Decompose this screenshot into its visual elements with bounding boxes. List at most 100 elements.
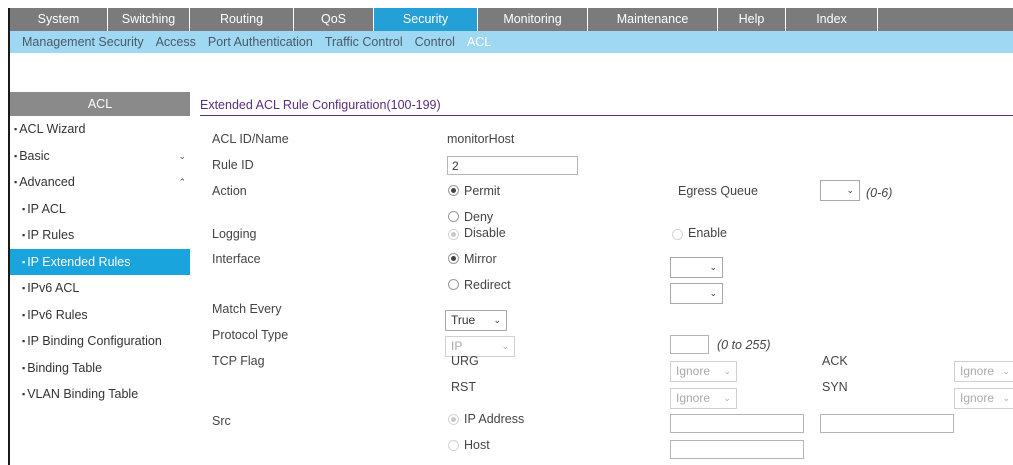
chevron-down-icon[interactable]: ⌄ (178, 143, 186, 169)
src-label: Src (212, 414, 231, 428)
app-frame: System Switching Routing QoS Security Mo… (8, 8, 1013, 465)
sidebar-item-label: IP ACL (27, 201, 66, 216)
chevron-down-icon: ⌄ (709, 288, 717, 298)
match-every-label: Match Every (212, 302, 282, 316)
protocol-type-value: IP (451, 339, 463, 353)
tab-system[interactable]: System (10, 8, 108, 31)
bullet-icon: ▪ (22, 336, 26, 346)
logging-disable-radio[interactable] (448, 229, 459, 240)
logging-enable-radio[interactable] (672, 229, 683, 240)
sidebar: ACL ▪ ACL Wizard ▪ Basic ⌄ ▪ Advanced ⌃ ▪ IP A… (10, 92, 190, 408)
mirror-interface-select[interactable]: ⌄ (670, 257, 723, 278)
src-ip-address-radio[interactable] (448, 414, 459, 425)
sidebar-item-label: IPv6 Rules (27, 307, 88, 322)
urg-flag-value: Ignore (676, 364, 711, 378)
protocol-number-field[interactable] (670, 335, 709, 354)
sidebar-item-vlan-binding-table[interactable]: ▪ VLAN Binding Table (10, 381, 190, 408)
sidebar-title: ACL (10, 92, 190, 116)
sidebar-item-ipv6-acl[interactable]: ▪ IPv6 ACL (10, 275, 190, 302)
sidebar-item-label: IP Binding Configuration (27, 334, 162, 348)
sidebar-item-ip-binding-configuration[interactable]: ▪ IP Binding Configuration (10, 328, 190, 355)
permit-radio[interactable] (448, 185, 459, 196)
protocol-range: (0 to 255) (717, 338, 771, 352)
sidebar-item-label: IPv6 ACL (27, 281, 80, 295)
tab-monitoring[interactable]: Monitoring (478, 8, 588, 31)
sidebar-item-acl-wizard[interactable]: ▪ ACL Wizard (10, 116, 190, 143)
bullet-icon: ▪ (22, 362, 26, 373)
logging-disable-label: Disable (464, 226, 506, 240)
mirror-label: Mirror (464, 252, 497, 266)
src-ip-mask-field[interactable] (820, 414, 954, 433)
urg-flag-select[interactable]: Ignore ⌄ (670, 361, 737, 382)
tab-maintenance[interactable]: Maintenance (588, 8, 718, 31)
sidebar-item-label: Binding Table (27, 360, 103, 375)
page-title: Extended ACL Rule Configuration(100-199) (200, 92, 1013, 116)
redirect-radio[interactable] (448, 279, 459, 290)
chevron-up-icon[interactable]: ⌃ (178, 169, 186, 195)
rule-id-field[interactable]: 2 (447, 156, 578, 175)
urg-label: URG (451, 354, 479, 368)
bullet-icon: ▪ (22, 309, 26, 320)
syn-flag-select[interactable]: Ignore ⌄ (954, 388, 1013, 409)
chevron-down-icon: ⌄ (723, 366, 731, 376)
sidebar-item-ipv6-rules[interactable]: ▪ IPv6 Rules (10, 302, 190, 329)
logging-enable-label: Enable (688, 226, 727, 240)
sidebar-item-label: IP Rules (27, 228, 75, 242)
sidebar-item-ip-extended-rules[interactable]: ▪ IP Extended Rules (10, 248, 190, 275)
egress-queue-range: (0-6) (866, 186, 893, 200)
src-host-field[interactable] (670, 440, 804, 459)
subnav-management-security[interactable]: Management Security (10, 31, 150, 53)
tab-index[interactable]: Index (786, 8, 878, 31)
protocol-type-label: Protocol Type (212, 328, 289, 342)
egress-queue-select[interactable]: ⌄ (820, 180, 860, 201)
ack-flag-select[interactable]: Ignore ⌄ (954, 361, 1013, 382)
ack-flag-value: Ignore (960, 364, 995, 378)
rst-flag-value: Ignore (676, 391, 711, 405)
bullet-icon: ▪ (14, 177, 18, 187)
chevron-down-icon: ⌄ (709, 262, 717, 272)
subnav-acl[interactable]: ACL (461, 31, 497, 53)
sidebar-item-ip-rules[interactable]: ▪ IP Rules (10, 222, 190, 249)
deny-label: Deny (464, 210, 494, 224)
mirror-radio[interactable] (448, 253, 459, 264)
deny-radio[interactable] (448, 211, 459, 222)
bullet-icon: ▪ (14, 124, 18, 134)
chevron-down-icon: ⌄ (1002, 366, 1010, 376)
acl-id-label: ACL ID/Name (212, 132, 289, 146)
chevron-down-icon: ⌄ (723, 393, 731, 403)
redirect-interface-select[interactable]: ⌄ (670, 283, 723, 304)
sidebar-item-binding-table[interactable]: ▪ Binding Table (10, 355, 190, 382)
syn-label: SYN (822, 380, 848, 394)
subnav-traffic-control[interactable]: Traffic Control (319, 31, 409, 53)
sidebar-item-advanced[interactable]: ▪ Advanced ⌃ (10, 169, 190, 196)
tab-security[interactable]: Security (374, 8, 478, 31)
src-host-label: Host (464, 438, 490, 452)
bullet-icon: ▪ (22, 389, 26, 399)
chevron-down-icon: ⌄ (846, 185, 854, 195)
ack-label: ACK (822, 354, 848, 368)
chevron-down-icon: ⌄ (493, 315, 501, 325)
subnav-port-authentication[interactable]: Port Authentication (202, 31, 319, 53)
sidebar-item-ip-acl[interactable]: ▪ IP ACL (10, 196, 190, 223)
match-every-select[interactable]: True ⌄ (445, 310, 507, 331)
src-ip-address-field[interactable] (670, 414, 804, 433)
sidebar-item-label: IP Extended Rules (27, 254, 131, 269)
redirect-label: Redirect (464, 278, 511, 292)
tab-qos[interactable]: QoS (294, 8, 374, 31)
acl-id-value: monitorHost (447, 132, 515, 146)
egress-queue-label: Egress Queue (678, 184, 758, 198)
sidebar-item-label: ACL Wizard (19, 122, 86, 136)
interface-label: Interface (212, 252, 261, 266)
main-content: Extended ACL Rule Configuration(100-199)… (200, 92, 1013, 459)
match-every-value: True (451, 313, 476, 327)
tab-help[interactable]: Help (718, 8, 786, 31)
tab-routing[interactable]: Routing (190, 8, 294, 31)
tab-switching[interactable]: Switching (108, 8, 190, 31)
src-host-radio[interactable] (448, 440, 459, 451)
rst-flag-select[interactable]: Ignore ⌄ (670, 388, 737, 409)
subnav-access[interactable]: Access (150, 31, 202, 53)
tcp-flag-label: TCP Flag (212, 354, 265, 368)
subnav-control[interactable]: Control (409, 31, 461, 53)
sub-navigation: Management Security Access Port Authenti… (10, 31, 1013, 53)
sidebar-item-basic[interactable]: ▪ Basic ⌄ (10, 143, 190, 170)
